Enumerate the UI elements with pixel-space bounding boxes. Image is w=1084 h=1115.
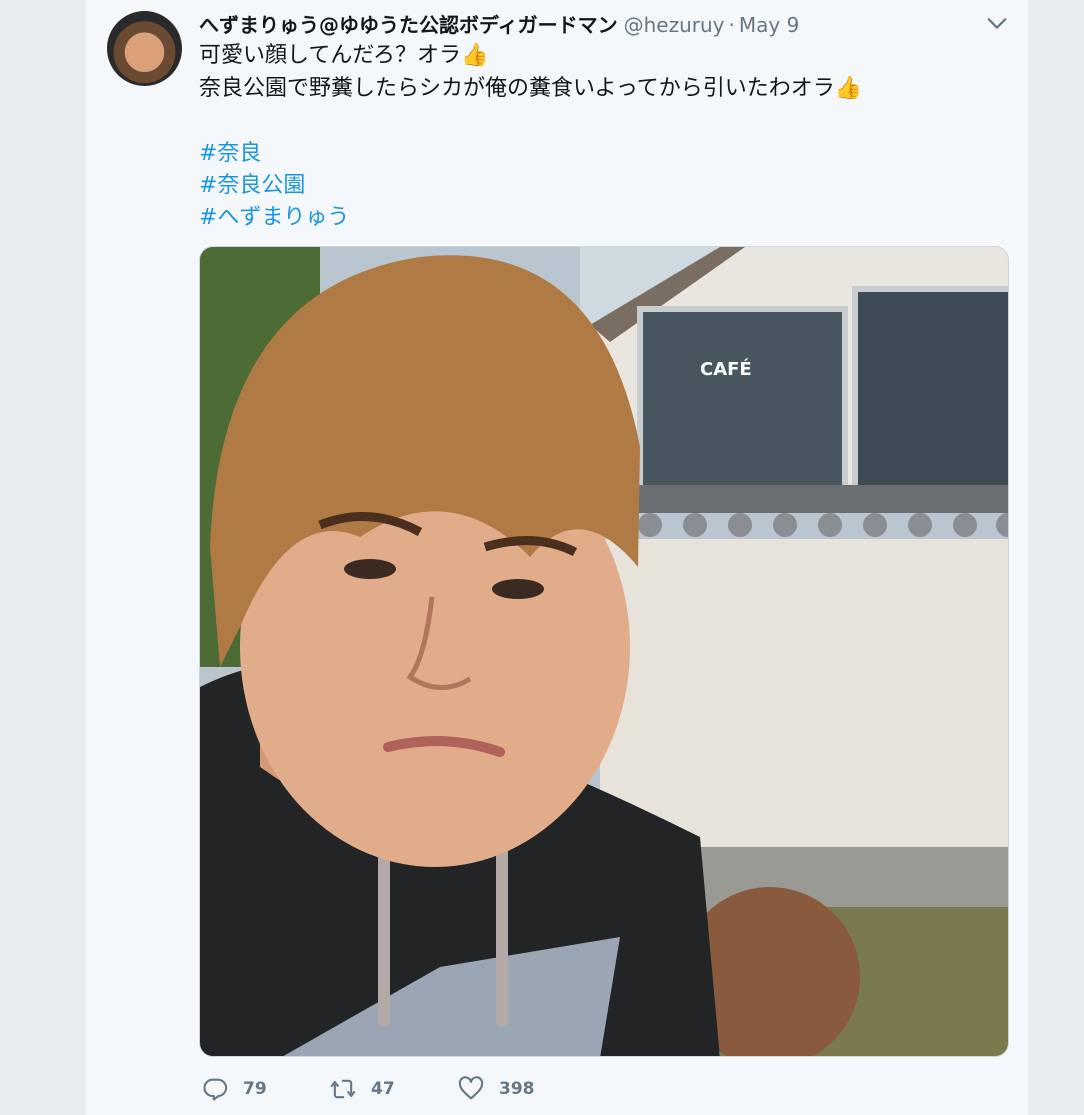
retweet-icon: [330, 1079, 356, 1099]
tweet-text-line-2: 奈良公園で野糞したらシカが俺の糞食いよってから引いたわオラ👍: [199, 70, 862, 102]
hashtag-link[interactable]: #奈良: [199, 135, 261, 167]
tweet-header: へずまりゅう@ゆゆうた公認ボディガードマン @hezuruy · May 9: [199, 9, 989, 37]
like-icon: [458, 1076, 484, 1100]
avatar[interactable]: [107, 11, 182, 86]
display-name[interactable]: へずまりゅう@ゆゆうた公認ボディガードマン: [199, 9, 618, 37]
chevron-down-icon[interactable]: [986, 12, 1008, 34]
reply-count: 79: [243, 1079, 267, 1099]
hashtag-link[interactable]: #奈良公園: [199, 167, 305, 199]
tweet-card[interactable]: へずまりゅう@ゆゆうた公認ボディガードマン @hezuruy · May 9 可…: [86, 0, 1028, 1115]
retweet-count: 47: [371, 1079, 395, 1099]
tweet-text-1: 可愛い顔してんだろ？オラ: [199, 43, 462, 68]
thumbs-up-emoji: 👍: [834, 76, 863, 101]
reply-button[interactable]: 79: [201, 1075, 267, 1103]
like-count: 398: [499, 1079, 535, 1099]
separator-dot: ·: [728, 13, 735, 37]
tweet-actions: 79 47 398: [199, 1075, 599, 1111]
tweet-text-line-1: 可愛い顔してんだろ？オラ👍: [199, 37, 488, 69]
reply-icon: [203, 1078, 228, 1101]
tweet-photo[interactable]: CAFÉ: [199, 246, 1009, 1057]
thumbs-up-emoji: 👍: [461, 43, 489, 68]
tweet-date[interactable]: May 9: [739, 13, 799, 37]
like-button[interactable]: 398: [457, 1075, 535, 1103]
hashtag-link[interactable]: #へずまりゅう: [199, 199, 349, 231]
tweet-text-2: 奈良公園で野糞したらシカが俺の糞食いよってから引いたわオラ: [199, 76, 835, 101]
retweet-button[interactable]: 47: [329, 1075, 395, 1103]
cafe-sign-text: CAFÉ: [700, 358, 752, 380]
user-handle[interactable]: @hezuruy: [624, 13, 725, 37]
selfie-photo-image: CAFÉ: [200, 247, 1008, 1056]
